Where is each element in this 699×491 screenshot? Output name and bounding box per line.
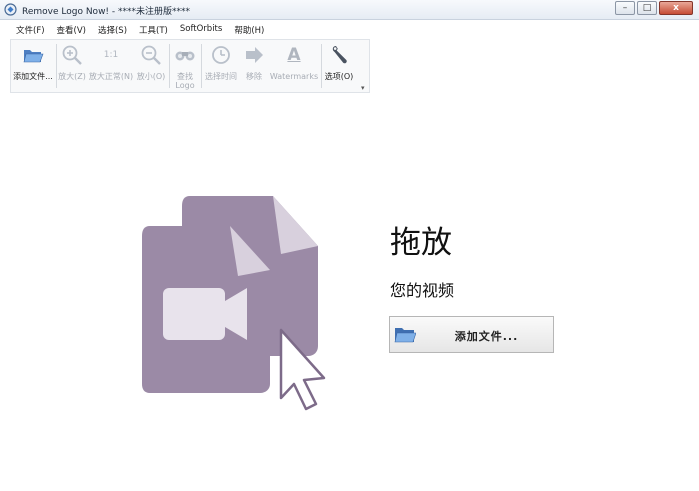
- wrench-icon: [332, 46, 347, 64]
- zoom-out-button[interactable]: 放小(O): [135, 40, 167, 92]
- menu-help[interactable]: 帮助(H): [228, 22, 270, 38]
- zoom-normal-label: 放大正常(N): [88, 72, 134, 81]
- zoom-in-label: 放大(Z): [58, 72, 86, 81]
- folder-open-icon: [23, 50, 44, 63]
- folder-icon: [394, 328, 416, 343]
- menu-bar: 文件(F) 查看(V) 选择(S) 工具(T) SoftOrbits 帮助(H): [10, 22, 270, 38]
- close-icon: x: [673, 3, 679, 13]
- arrow-right-icon: [246, 47, 263, 63]
- options-label: 选项(O): [324, 72, 354, 81]
- clock-icon: [212, 46, 230, 64]
- add-files-button-label: 添加文件...: [454, 330, 519, 343]
- title-bar: Remove Logo Now! - ****未注册版**** – □ x: [0, 0, 699, 20]
- find-logo-button[interactable]: 查找 Logo: [170, 40, 200, 92]
- options-button[interactable]: 选项(O): [322, 40, 356, 92]
- find-logo-label-line2: Logo: [175, 81, 195, 90]
- add-files-toolbar-button[interactable]: 添加文件...: [11, 40, 55, 92]
- select-time-label: 选择时间: [205, 72, 237, 81]
- add-files-toolbar-label: 添加文件...: [13, 72, 53, 81]
- minimize-icon: –: [622, 3, 628, 13]
- menu-view[interactable]: 查看(V): [51, 22, 92, 38]
- drop-subtitle: 您的视频: [390, 281, 455, 300]
- app-logo-icon: [4, 3, 17, 16]
- watermark-icon: A: [287, 45, 301, 65]
- zoom-out-icon: [141, 45, 161, 65]
- find-logo-label: 查找 Logo: [170, 72, 200, 90]
- zoom-out-label: 放小(O): [136, 72, 166, 81]
- zoom-normal-button[interactable]: 1:1 放大正常(N): [87, 40, 135, 92]
- remove-button[interactable]: 移除: [240, 40, 268, 92]
- window-title: Remove Logo Now! - ****未注册版****: [22, 7, 191, 17]
- close-button[interactable]: x: [659, 1, 693, 15]
- toolbar-overflow-icon[interactable]: ▾: [361, 84, 365, 92]
- find-logo-label-line1: 查找: [177, 72, 193, 81]
- drop-video-illustration: [142, 196, 326, 411]
- select-time-button[interactable]: 选择时间: [202, 40, 240, 92]
- drop-title: 拖放: [390, 225, 452, 261]
- zoom-in-icon: [62, 45, 82, 65]
- zoom-in-button[interactable]: 放大(Z): [57, 40, 87, 92]
- add-files-button[interactable]: 添加文件...: [389, 316, 554, 353]
- zoom-normal-icon: 1:1: [103, 50, 119, 60]
- maximize-icon: □: [642, 3, 652, 13]
- menu-softorbits[interactable]: SoftOrbits: [174, 22, 228, 38]
- binoculars-icon: [175, 51, 195, 61]
- maximize-button[interactable]: □: [637, 1, 657, 15]
- window-controls: – □ x: [613, 1, 693, 17]
- menu-select[interactable]: 选择(S): [92, 22, 133, 38]
- toolbar: 添加文件... 放大(Z) 1:1 放大正常(N) 放小(O) 查找 Logo …: [10, 39, 370, 93]
- minimize-button[interactable]: –: [615, 1, 635, 15]
- remove-label: 移除: [246, 72, 262, 81]
- menu-tools[interactable]: 工具(T): [133, 22, 174, 38]
- watermarks-label: Watermarks: [269, 72, 319, 81]
- watermarks-button[interactable]: A Watermarks: [268, 40, 320, 92]
- menu-file[interactable]: 文件(F): [10, 22, 51, 38]
